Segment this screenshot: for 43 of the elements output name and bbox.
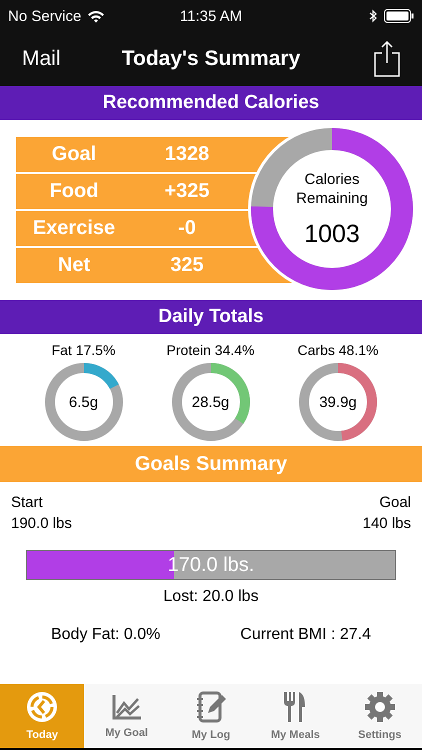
tab-item[interactable]: My Meals (253, 684, 338, 748)
share-icon[interactable] (374, 41, 400, 77)
bmi-text: Current BMI : 27.4 (240, 626, 372, 644)
tab-item[interactable]: My Log (168, 684, 254, 748)
row-value: +325 (163, 180, 211, 203)
macro-label: Protein 34.4% (166, 342, 254, 358)
start-weight: 190.0 lbs (11, 515, 72, 532)
macro-grams: 39.9g (319, 394, 357, 410)
macro-grams: 6.5g (68, 394, 98, 410)
macro-grams: 28.5g (192, 394, 230, 410)
macro-label: Carbs 48.1% (298, 342, 378, 358)
back-link[interactable]: Mail (22, 47, 61, 71)
ring-label: Calories Remaining (295, 170, 369, 208)
row-label: Exercise (32, 217, 116, 240)
row-label: Goal (50, 143, 98, 166)
goal-weight: 140 lbs (362, 515, 411, 532)
ring-value: 1003 (304, 220, 360, 248)
row-value: 325 (169, 254, 205, 277)
section-header: Daily Totals (0, 300, 422, 334)
section-header: Goals Summary (0, 446, 422, 482)
lost-weight: Lost: 20.0 lbs (163, 588, 259, 606)
tab-item[interactable]: Today (0, 684, 84, 748)
screen-title: Today's Summary (122, 47, 300, 71)
tab-item[interactable]: My Goal (84, 684, 169, 748)
goal-label: Goal (379, 494, 411, 511)
bluetooth-icon (369, 9, 378, 23)
wifi-icon (87, 10, 106, 22)
section-header: Recommended Calories (0, 86, 422, 120)
macro-label: Fat 17.5% (52, 342, 116, 358)
body-fat-text: Body Fat: 0.0% (50, 626, 160, 644)
clock-icon (26, 691, 58, 723)
carrier-text: No Service (8, 8, 82, 24)
start-label: Start (11, 494, 44, 511)
row-label: Net (56, 254, 92, 277)
battery-icon (384, 9, 414, 23)
row-label: Food (48, 180, 100, 203)
time-text: 11:35 AM (180, 8, 242, 24)
row-value: -0 (177, 217, 197, 240)
row-value: 1328 (164, 143, 210, 166)
line-chart-icon (110, 693, 143, 721)
notebook-pencil-icon (196, 691, 226, 723)
tab-item[interactable]: Settings (338, 684, 422, 748)
settings-icon (364, 691, 396, 723)
